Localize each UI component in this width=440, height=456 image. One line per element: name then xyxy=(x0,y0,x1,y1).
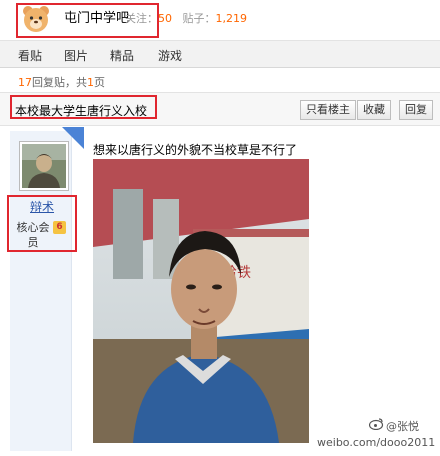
reply-count-info: 17回复贴，共1页 xyxy=(18,74,105,90)
nav-tab-posts[interactable]: 看贴 xyxy=(18,47,42,64)
posts-count: 1,219 xyxy=(215,12,248,25)
post-photo[interactable]: 哈铁 xyxy=(93,159,309,443)
avatar[interactable] xyxy=(19,141,69,191)
post-text: 想来以唐行义的外貌不当校草是不行了 xyxy=(93,143,298,157)
reply-count: 17 xyxy=(18,76,32,89)
nav-tab-featured[interactable]: 精品 xyxy=(110,47,134,64)
nav-tab-pictures[interactable]: 图片 xyxy=(64,47,88,64)
highlight-box-author xyxy=(7,195,77,252)
highlight-box-title xyxy=(10,95,157,119)
avatar-image xyxy=(22,144,66,188)
highlight-box-forum xyxy=(16,3,159,38)
watermark-handle: @张悦 xyxy=(386,420,419,433)
follow-count: 50 xyxy=(158,12,172,25)
reply-button[interactable]: 回复 xyxy=(399,100,433,120)
page-count: 1 xyxy=(87,76,94,89)
nav-tab-games[interactable]: 游戏 xyxy=(158,47,182,64)
favorite-button[interactable]: 收藏 xyxy=(357,100,391,120)
posts-label: 贴子： xyxy=(182,12,216,25)
page-count-text: 页 xyxy=(94,76,105,89)
only-op-button[interactable]: 只看楼主 xyxy=(300,100,356,120)
watermark-url: weibo.com/dooo2011 xyxy=(317,436,436,449)
weibo-icon xyxy=(369,418,384,430)
forum-nav: 看贴 图片 精品 游戏 xyxy=(0,40,440,68)
reply-count-text: 回复贴，共 xyxy=(32,76,87,89)
